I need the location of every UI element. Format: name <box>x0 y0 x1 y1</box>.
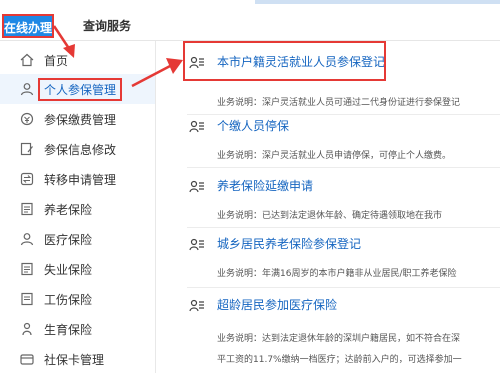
sidebar-item-label: 首页 <box>44 53 69 68</box>
sidebar: 首页 个人参保管理 参保缴费管理 参保信息修改 转移申请管理 养老保险 医疗保险… <box>0 41 156 373</box>
sidebar-item-home[interactable]: 首页 <box>0 45 155 75</box>
divider <box>187 114 500 115</box>
sidebar-item-label: 个人参保管理 <box>38 77 123 101</box>
sidebar-item-label: 工伤保险 <box>44 292 93 307</box>
sidebar-item-label: 医疗保险 <box>44 232 93 247</box>
sidebar-item-label: 参保缴费管理 <box>44 112 117 127</box>
divider <box>187 167 500 168</box>
edit-icon <box>20 142 34 156</box>
sidebar-item-maternity[interactable]: 生育保险 <box>0 314 155 344</box>
service-description-continued: 平工资的11.7%缴纳一档医疗；达龄前入户的，可选择参加一 <box>217 355 462 365</box>
header-banner-strip <box>255 0 500 4</box>
sidebar-item-transfer[interactable]: 转移申请管理 <box>0 164 155 194</box>
tab-online-service[interactable]: 在线办理 <box>2 14 54 38</box>
card-icon <box>20 352 34 366</box>
home-icon <box>20 53 34 67</box>
service-doc-icon <box>189 179 205 195</box>
service-doc-icon <box>189 119 205 135</box>
service-list: 本市户籍灵活就业人员参保登记 业务说明：深户灵活就业人员可通过二代身份证进行参保… <box>175 41 500 373</box>
person-icon <box>20 82 34 96</box>
sidebar-item-label: 生育保险 <box>44 322 93 337</box>
service-description: 业务说明：已达到法定退休年龄、确定待遇领取地在我市 <box>217 211 443 221</box>
transfer-icon <box>20 172 34 186</box>
top-bar: 在线办理 查询服务 <box>0 0 500 40</box>
service-link-resident-pension-registration[interactable]: 城乡居民养老保险参保登记 <box>217 235 361 252</box>
list-item: 个缴人员停保 业务说明：深户灵活就业人员申请停保，可停止个人缴费。 <box>187 117 500 169</box>
tab-query-service[interactable]: 查询服务 <box>83 14 131 38</box>
sidebar-item-pension[interactable]: 养老保险 <box>0 194 155 224</box>
service-description: 业务说明：年满16周岁的本市户籍非从业居民/职工养老保险 <box>217 269 457 279</box>
service-doc-icon <box>189 298 205 314</box>
sidebar-item-label: 社保卡管理 <box>44 352 105 367</box>
service-link-pension-extension[interactable]: 养老保险延缴申请 <box>217 177 313 194</box>
highlight-box <box>183 41 386 81</box>
payment-icon <box>20 112 34 126</box>
list-item: 养老保险延缴申请 业务说明：已达到法定退休年龄、确定待遇领取地在我市 <box>187 177 500 229</box>
person-icon <box>20 232 34 246</box>
sidebar-item-payment[interactable]: 参保缴费管理 <box>0 104 155 134</box>
service-link-elderly-medical-insurance[interactable]: 超龄居民参加医疗保险 <box>217 296 337 313</box>
list-item: 超龄居民参加医疗保险 业务说明：达到法定退休年龄的深圳户籍居民，如不符合在深 平… <box>187 296 500 373</box>
sidebar-item-label: 失业保险 <box>44 262 93 277</box>
sidebar-item-unemployment[interactable]: 失业保险 <box>0 254 155 284</box>
divider <box>187 287 500 288</box>
service-description: 业务说明：深户灵活就业人员可通过二代身份证进行参保登记 <box>217 98 461 108</box>
service-description: 业务说明：达到法定退休年龄的深圳户籍居民，如不符合在深 <box>217 334 461 344</box>
sidebar-item-card[interactable]: 社保卡管理 <box>0 344 155 374</box>
sidebar-item-label: 参保信息修改 <box>44 142 117 157</box>
service-description: 业务说明：深户灵活就业人员申请停保，可停止个人缴费。 <box>217 151 452 161</box>
sidebar-item-medical[interactable]: 医疗保险 <box>0 224 155 254</box>
person-icon <box>20 322 34 336</box>
sidebar-item-label: 养老保险 <box>44 202 93 217</box>
service-doc-icon <box>189 237 205 253</box>
sidebar-item-label: 转移申请管理 <box>44 172 117 187</box>
document-icon <box>20 202 34 216</box>
sidebar-item-info-edit[interactable]: 参保信息修改 <box>0 134 155 164</box>
service-link-stop-insurance[interactable]: 个缴人员停保 <box>217 117 289 134</box>
list-item: 城乡居民养老保险参保登记 业务说明：年满16周岁的本市户籍非从业居民/职工养老保… <box>187 235 500 289</box>
sidebar-item-work-injury[interactable]: 工伤保险 <box>0 284 155 314</box>
document-icon <box>20 262 34 276</box>
document-icon <box>20 292 34 306</box>
divider <box>187 227 500 228</box>
sidebar-item-personal-insurance[interactable]: 个人参保管理 <box>0 74 155 104</box>
